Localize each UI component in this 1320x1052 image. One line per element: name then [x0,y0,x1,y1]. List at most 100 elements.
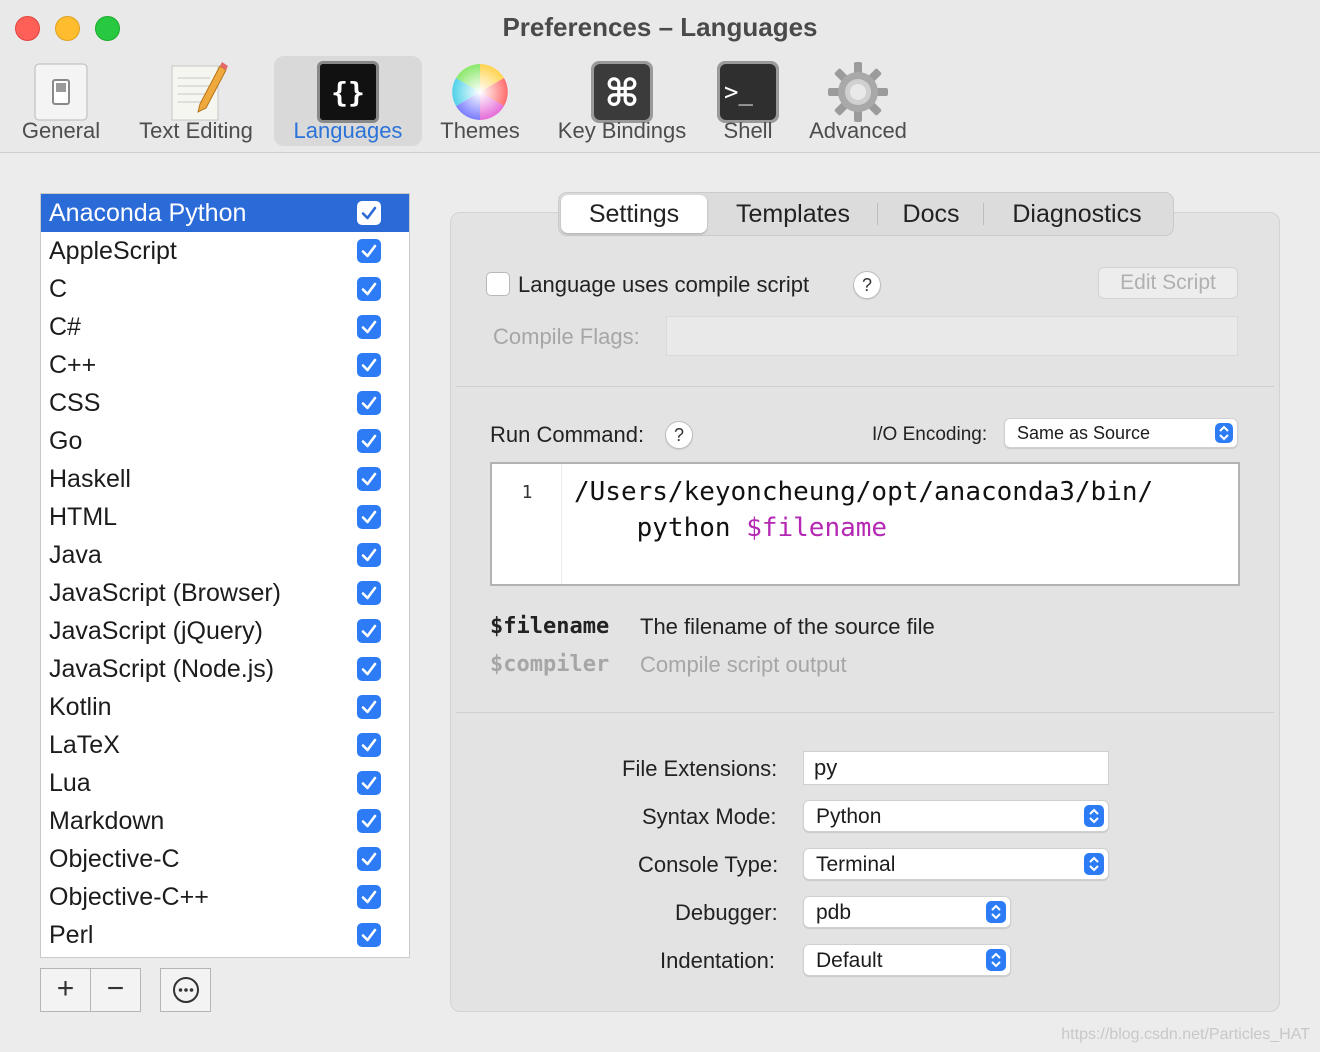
run-help-button[interactable]: ? [665,421,693,449]
svg-text:⌘: ⌘ [604,71,639,115]
checkmark-icon [361,434,377,448]
list-item[interactable]: Perl [41,916,409,954]
indentation-label: Indentation: [660,948,775,973]
list-item[interactable]: JavaScript (jQuery) [41,612,409,650]
syntax-mode-select[interactable]: Python [803,800,1109,832]
compile-flags-field[interactable] [666,316,1238,356]
toolbar-general[interactable]: General [18,56,104,146]
section-divider [456,712,1274,713]
toolbar-key-bindings[interactable]: ⌘ Key Bindings [550,56,694,146]
language-name: Perl [49,921,94,949]
debugger-value: pdb [816,901,852,924]
language-name: JavaScript (Browser) [49,579,281,607]
tab-bar: Settings Templates Docs Diagnostics [558,192,1174,236]
language-enabled-checkbox[interactable] [357,847,381,871]
list-item[interactable]: JavaScript (Browser) [41,574,409,612]
file-extensions-field[interactable] [803,751,1109,785]
console-type-select[interactable]: Terminal [803,848,1109,880]
language-enabled-checkbox[interactable] [357,619,381,643]
compile-script-checkbox[interactable] [486,272,510,296]
debugger-select[interactable]: pdb [803,896,1011,928]
toolbar-label: Advanced [809,118,907,143]
run-command-editor[interactable]: 1 /Users/keyoncheung/opt/anaconda3/bin/ … [490,462,1240,586]
variable-name: $filename [490,614,610,639]
language-enabled-checkbox[interactable] [357,277,381,301]
line-number: 1 [521,482,533,503]
list-item[interactable]: Java [41,536,409,574]
list-item[interactable]: Haskell [41,460,409,498]
language-name: LaTeX [49,731,120,759]
remove-language-button[interactable]: − [90,968,141,1012]
list-item[interactable]: HTML [41,498,409,536]
language-enabled-checkbox[interactable] [357,315,381,339]
compile-flags-label: Compile Flags: [493,324,640,349]
checkmark-icon [361,282,377,296]
language-enabled-checkbox[interactable] [357,505,381,529]
language-enabled-checkbox[interactable] [357,657,381,681]
filename-variable: $filename [746,513,888,543]
list-item[interactable]: Go [41,422,409,460]
list-item[interactable]: C# [41,308,409,346]
language-enabled-checkbox[interactable] [357,353,381,377]
language-enabled-checkbox[interactable] [357,923,381,947]
language-name: Go [49,427,83,455]
section-divider [456,386,1274,387]
edit-script-button[interactable]: Edit Script [1098,267,1238,299]
list-item[interactable]: Anaconda Python [41,194,409,232]
language-enabled-checkbox[interactable] [357,467,381,491]
language-enabled-checkbox[interactable] [357,543,381,567]
tab-settings[interactable]: Settings [561,195,707,233]
list-item[interactable]: Kotlin [41,688,409,726]
list-item[interactable]: Lua [41,764,409,802]
window-title: Preferences – Languages [502,12,818,42]
toolbar-advanced[interactable]: Advanced [800,56,916,146]
list-item[interactable]: C [41,270,409,308]
language-enabled-checkbox[interactable] [357,201,381,225]
line-gutter: 1 [492,464,562,584]
language-enabled-checkbox[interactable] [357,695,381,719]
io-encoding-select[interactable]: Same as Source [1004,418,1238,448]
chevron-updown-icon [986,901,1006,923]
languages-list[interactable]: Anaconda Python AppleScript C C# C++ CSS Go Has… [40,193,410,958]
tab-templates[interactable]: Templates [711,195,875,233]
list-item[interactable]: CSS [41,384,409,422]
io-encoding-value: Same as Source [1017,423,1151,443]
language-enabled-checkbox[interactable] [357,733,381,757]
language-enabled-checkbox[interactable] [357,581,381,605]
chevron-updown-icon [1084,805,1104,827]
list-item[interactable]: C++ [41,346,409,384]
language-name: Objective-C++ [49,883,209,911]
add-language-button[interactable]: + [40,968,91,1012]
language-enabled-checkbox[interactable] [357,885,381,909]
language-enabled-checkbox[interactable] [357,239,381,263]
language-name: Kotlin [49,693,112,721]
language-name: Anaconda Python [49,199,247,227]
tab-diagnostics[interactable]: Diagnostics [987,195,1167,233]
language-enabled-checkbox[interactable] [357,809,381,833]
list-item[interactable]: LaTeX [41,726,409,764]
compile-help-button[interactable]: ? [853,271,881,299]
chevron-updown-icon [986,949,1006,971]
toolbar-label: Shell [723,118,773,143]
toolbar-themes[interactable]: Themes [434,56,526,146]
language-name: AppleScript [49,237,177,265]
more-options-button[interactable] [160,968,211,1012]
language-name: C [49,275,68,303]
toolbar-text-editing[interactable]: Text Editing [130,56,262,146]
toolbar-languages[interactable]: {} Languages [274,56,422,146]
list-item[interactable]: Markdown [41,802,409,840]
language-enabled-checkbox[interactable] [357,391,381,415]
toolbar-shell[interactable]: >_ Shell [712,56,784,146]
gear-icon [828,62,888,122]
language-name: Java [49,541,102,569]
language-enabled-checkbox[interactable] [357,429,381,453]
indentation-select[interactable]: Default [803,944,1011,976]
language-enabled-checkbox[interactable] [357,771,381,795]
list-item[interactable]: JavaScript (Node.js) [41,650,409,688]
list-item[interactable]: AppleScript [41,232,409,270]
tab-docs[interactable]: Docs [881,195,981,233]
list-item[interactable]: Objective-C [41,840,409,878]
list-item[interactable]: Objective-C++ [41,878,409,916]
file-extensions-input[interactable] [804,752,1108,784]
toolbar-label: Text Editing [139,118,253,143]
